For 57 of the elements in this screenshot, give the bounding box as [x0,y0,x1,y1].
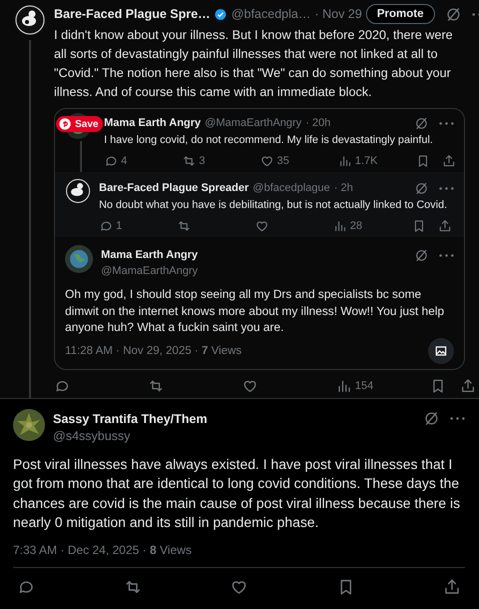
post-time[interactable]: · 2h [334,182,353,194]
post-text: I have long covid, do not recommend. My life is devastatingly painful. [104,133,434,148]
action-count: 154 [355,380,374,392]
post-text: Oh my god, I should stop seeing all my Drs and specialists bc some dimwit on the internet knows more about my illness! Wow!! You just help anyone huh? What a fuckin saint you are. [65,286,446,336]
grok-icon[interactable] [414,116,429,130]
post-time[interactable]: · Nov 29 [314,7,362,21]
promote-button[interactable]: Promote [366,4,435,24]
author-name[interactable]: Mama Earth Angry [104,117,201,129]
image-edit-button[interactable] [428,338,454,364]
share-icon[interactable] [460,378,476,394]
more-icon[interactable] [450,416,465,421]
author-handle[interactable]: @bfacedplague [252,182,330,194]
pinterest-save-button[interactable]: Save [56,116,104,132]
grok-icon[interactable] [444,6,462,22]
action-count: 28 [350,220,362,232]
more-icon[interactable] [439,120,454,126]
share-icon[interactable] [443,578,461,596]
repost-icon[interactable] [148,378,164,394]
share-icon[interactable] [442,154,456,168]
author-name[interactable]: Sassy Trantifa They/Them [53,412,208,426]
views-icon[interactable] [333,219,347,233]
author-handle[interactable]: @s4ssybussy [53,428,465,442]
grok-icon[interactable] [414,248,429,262]
author-name[interactable]: Bare-Faced Plague Spre… [54,7,210,21]
reply-icon[interactable] [104,154,118,168]
post-timestamp: 7:33 AM · Dec 24, 2025 · 8 Views [13,542,193,557]
like-icon[interactable] [260,154,274,168]
grok-icon[interactable] [423,410,440,427]
more-icon[interactable] [439,186,454,190]
action-count: 4 [121,155,128,167]
like-icon[interactable] [255,219,269,233]
repost-icon[interactable] [182,154,196,168]
action-count: 1.7K [355,155,378,167]
author-name[interactable]: Bare-Faced Plague Spreader [99,182,249,194]
post-text: No doubt what you have is debilitating, but is not actually linked to Covid. [99,198,448,213]
post-text: Post viral illnesses have always existed. I have post viral illnesses that I got from mono that are identical to long covid conditions. These days the chances are covid is the main cause of post viral illness because there is nearly 0 mitigation and its still in pandemic phase. [13,454,462,532]
action-count: 1 [116,220,122,232]
repost-icon[interactable] [177,219,191,233]
bookmark-icon[interactable] [416,154,430,168]
author-name[interactable]: Mama Earth Angry [101,249,198,261]
action-count: 35 [277,155,290,167]
views-icon[interactable] [336,378,352,394]
share-icon[interactable] [438,219,452,233]
grok-icon[interactable] [414,180,429,196]
quote-card[interactable] [54,108,465,370]
post-timestamp: 11:28 AM · Nov 29, 2025 · 7 Views [65,344,242,356]
more-icon[interactable] [439,252,454,258]
reply-icon[interactable] [99,219,113,233]
views-icon[interactable] [338,154,352,168]
post-text: I didn't know about your illness. But I know that before 2020, there were all sorts of devastatingly painful illnesses that were not linked at all to "Covid." The notion here also is that "We" can do something about your illness. And of course this came with an immediate block. [54,27,454,101]
author-handle[interactable]: @MamaEarthAngry [101,265,454,277]
post-time[interactable]: · 20h [306,117,331,129]
action-count: 3 [199,155,206,167]
author-handle[interactable]: @bfacedpla… [231,7,311,21]
bookmark-icon[interactable] [412,219,426,233]
pin-icon [59,118,71,130]
author-handle[interactable]: @MamaEarthAngry [204,117,302,129]
